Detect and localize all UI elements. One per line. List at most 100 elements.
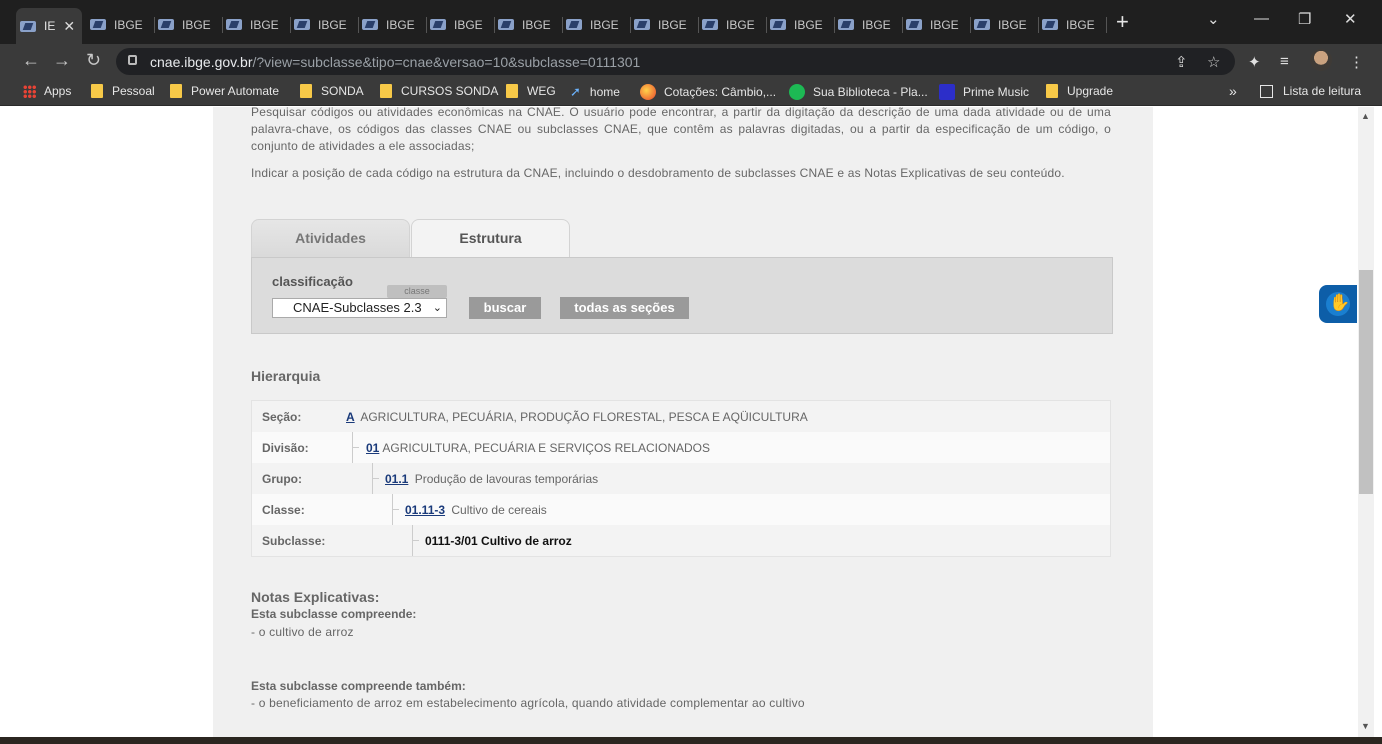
tab-label: IBGE [998, 17, 1027, 32]
browser-tab[interactable]: IBGE [358, 9, 427, 40]
more-bookmarks-icon[interactable]: » [1229, 83, 1237, 99]
folder-icon [506, 84, 518, 98]
browser-tab[interactable]: IBGE [970, 9, 1039, 40]
todas-secoes-button[interactable]: todas as seções [560, 297, 689, 319]
reading-list-button[interactable]: Lista de leitura [1260, 84, 1361, 98]
bookmark-spotify[interactable]: Sua Biblioteca - Pla... [789, 84, 928, 100]
bookmark-upgrade[interactable]: Upgrade [1046, 84, 1113, 98]
bookmark-cursos-sonda[interactable]: CURSOS SONDA [380, 84, 498, 98]
ibge-favicon-icon [294, 19, 310, 30]
bookmark-power-automate[interactable]: Power Automate [170, 84, 279, 98]
browser-tab[interactable]: IBGE [154, 9, 223, 40]
share-icon[interactable]: ⇪ [1175, 53, 1188, 71]
browser-tab[interactable]: IBGE [426, 9, 495, 40]
browser-tab[interactable]: IBGE [698, 9, 767, 40]
tab-label: IBGE [318, 17, 347, 32]
tab-label: IBGE [658, 17, 687, 32]
browser-tab[interactable]: IBGE [630, 9, 699, 40]
browser-toolbar: ← → ↻ cnae.ibge.gov.br/?view=subclasse&t… [0, 44, 1382, 79]
browser-tab[interactable]: IBGE [902, 9, 971, 40]
tab-label: IBGE [250, 17, 279, 32]
classificacao-select[interactable]: CNAE-Subclasses 2.3 ⌄ [272, 298, 447, 318]
folder-icon [91, 84, 103, 98]
browser-tab[interactable]: IBGE [766, 9, 835, 40]
ibge-favicon-icon [702, 19, 718, 30]
reload-icon[interactable]: ↻ [86, 50, 101, 71]
tab-label: IE [44, 19, 56, 33]
browser-tab[interactable]: IBGE [494, 9, 563, 40]
browser-tab[interactable]: IBGE [562, 9, 631, 40]
classe-code-link[interactable]: 01.11-3 [405, 503, 445, 517]
table-row: Subclasse: 0111-3/01 Cultivo de arroz [252, 525, 1110, 556]
browser-tab[interactable]: IBGE [834, 9, 903, 40]
minimize-icon[interactable]: — [1254, 10, 1269, 27]
secao-code-link[interactable]: A [346, 410, 355, 424]
intro-paragraph-2: Indicar a posição de cada código na estr… [251, 166, 1065, 180]
prime-music-icon [939, 84, 955, 100]
url-text: cnae.ibge.gov.br/?view=subclasse&tipo=cn… [150, 54, 641, 70]
ibge-favicon-icon [566, 19, 582, 30]
browser-tab[interactable]: IBGE [1038, 9, 1107, 40]
ibge-favicon-icon [838, 19, 854, 30]
divisao-code-link[interactable]: 01 [366, 441, 379, 455]
tab-estrutura[interactable]: Estrutura [411, 219, 570, 260]
profile-avatar[interactable] [1310, 49, 1332, 71]
main-content: Pesquisar códigos ou atividades econômic… [213, 107, 1153, 737]
tab-label: IBGE [1066, 17, 1095, 32]
tab-label: IBGE [114, 17, 143, 32]
compreende-heading: Esta subclasse compreende: [251, 607, 417, 621]
browser-tab[interactable]: IBGE [290, 9, 359, 40]
browser-tab[interactable]: IBGE [86, 9, 155, 40]
tab-search-icon[interactable]: ⌄ [1207, 10, 1220, 28]
ibge-favicon-icon [634, 19, 650, 30]
browser-tab[interactable]: IBGE [222, 9, 291, 40]
ibge-favicon-icon [362, 19, 378, 30]
close-window-icon[interactable]: ✕ [1344, 10, 1357, 28]
bookmark-sonda[interactable]: SONDA [300, 84, 364, 98]
scroll-down-icon[interactable]: ▼ [1361, 721, 1370, 731]
intro-paragraph-1: Pesquisar códigos ou atividades econômic… [251, 107, 1111, 153]
ibge-favicon-icon [90, 19, 106, 30]
chevron-down-icon: ⌄ [432, 302, 442, 314]
ibge-favicon-icon [20, 20, 36, 32]
compreende-tambem-item: - o beneficiamento de arroz em estabelec… [251, 696, 805, 710]
bookmark-pessoal[interactable]: Pessoal [91, 84, 155, 98]
scrollbar-thumb[interactable] [1359, 270, 1373, 494]
bookmark-weg[interactable]: WEG [506, 84, 556, 98]
compreende-tambem-heading: Esta subclasse compreende também: [251, 679, 466, 693]
bookmark-apps[interactable]: Apps [23, 84, 71, 98]
page-scrollbar[interactable]: ▲ ▼ [1358, 107, 1374, 737]
media-queue-icon[interactable]: ≡ [1280, 53, 1289, 70]
grupo-code-link[interactable]: 01.1 [385, 472, 408, 486]
browser-tab-active[interactable]: IE ✕ [16, 8, 82, 44]
extensions-puzzle-icon[interactable]: ✦ [1248, 53, 1261, 71]
forward-arrow-icon[interactable]: → [53, 50, 71, 71]
address-bar[interactable]: cnae.ibge.gov.br/?view=subclasse&tipo=cn… [116, 48, 1235, 75]
tab-label: IBGE [590, 17, 619, 32]
tab-label: IBGE [454, 17, 483, 32]
ibge-favicon-icon [498, 19, 514, 30]
buscar-button[interactable]: buscar [469, 297, 541, 319]
spotify-icon [789, 84, 805, 100]
ibge-favicon-icon [226, 19, 242, 30]
close-tab-icon[interactable]: ✕ [63, 18, 75, 35]
bookmark-home[interactable]: ➚ home [570, 84, 620, 100]
restore-icon[interactable]: ❐ [1298, 10, 1311, 28]
tab-atividades[interactable]: Atividades [251, 219, 410, 259]
bookmark-cotacoes[interactable]: Cotações: Câmbio,... [640, 84, 776, 100]
menu-kebab-icon[interactable]: ⋮ [1349, 53, 1364, 71]
table-row: Seção: A AGRICULTURA, PECUÁRIA, PRODUÇÃO… [252, 401, 1110, 432]
tab-label: IBGE [522, 17, 551, 32]
vlibras-accessibility-icon[interactable] [1319, 285, 1357, 323]
scroll-up-icon[interactable]: ▲ [1361, 111, 1370, 121]
bookmark-star-icon[interactable]: ☆ [1207, 53, 1220, 71]
new-tab-icon[interactable]: + [1116, 10, 1129, 34]
tab-label: IBGE [386, 17, 415, 32]
subclasse-value: 0111-3/01 Cultivo de arroz [425, 534, 572, 548]
bookmark-prime-music[interactable]: Prime Music [939, 84, 1029, 100]
tab-label: IBGE [930, 17, 959, 32]
ibge-favicon-icon [430, 19, 446, 30]
back-arrow-icon[interactable]: ← [22, 50, 40, 71]
reading-list-icon [1260, 84, 1273, 98]
apps-grid-icon [23, 84, 36, 98]
